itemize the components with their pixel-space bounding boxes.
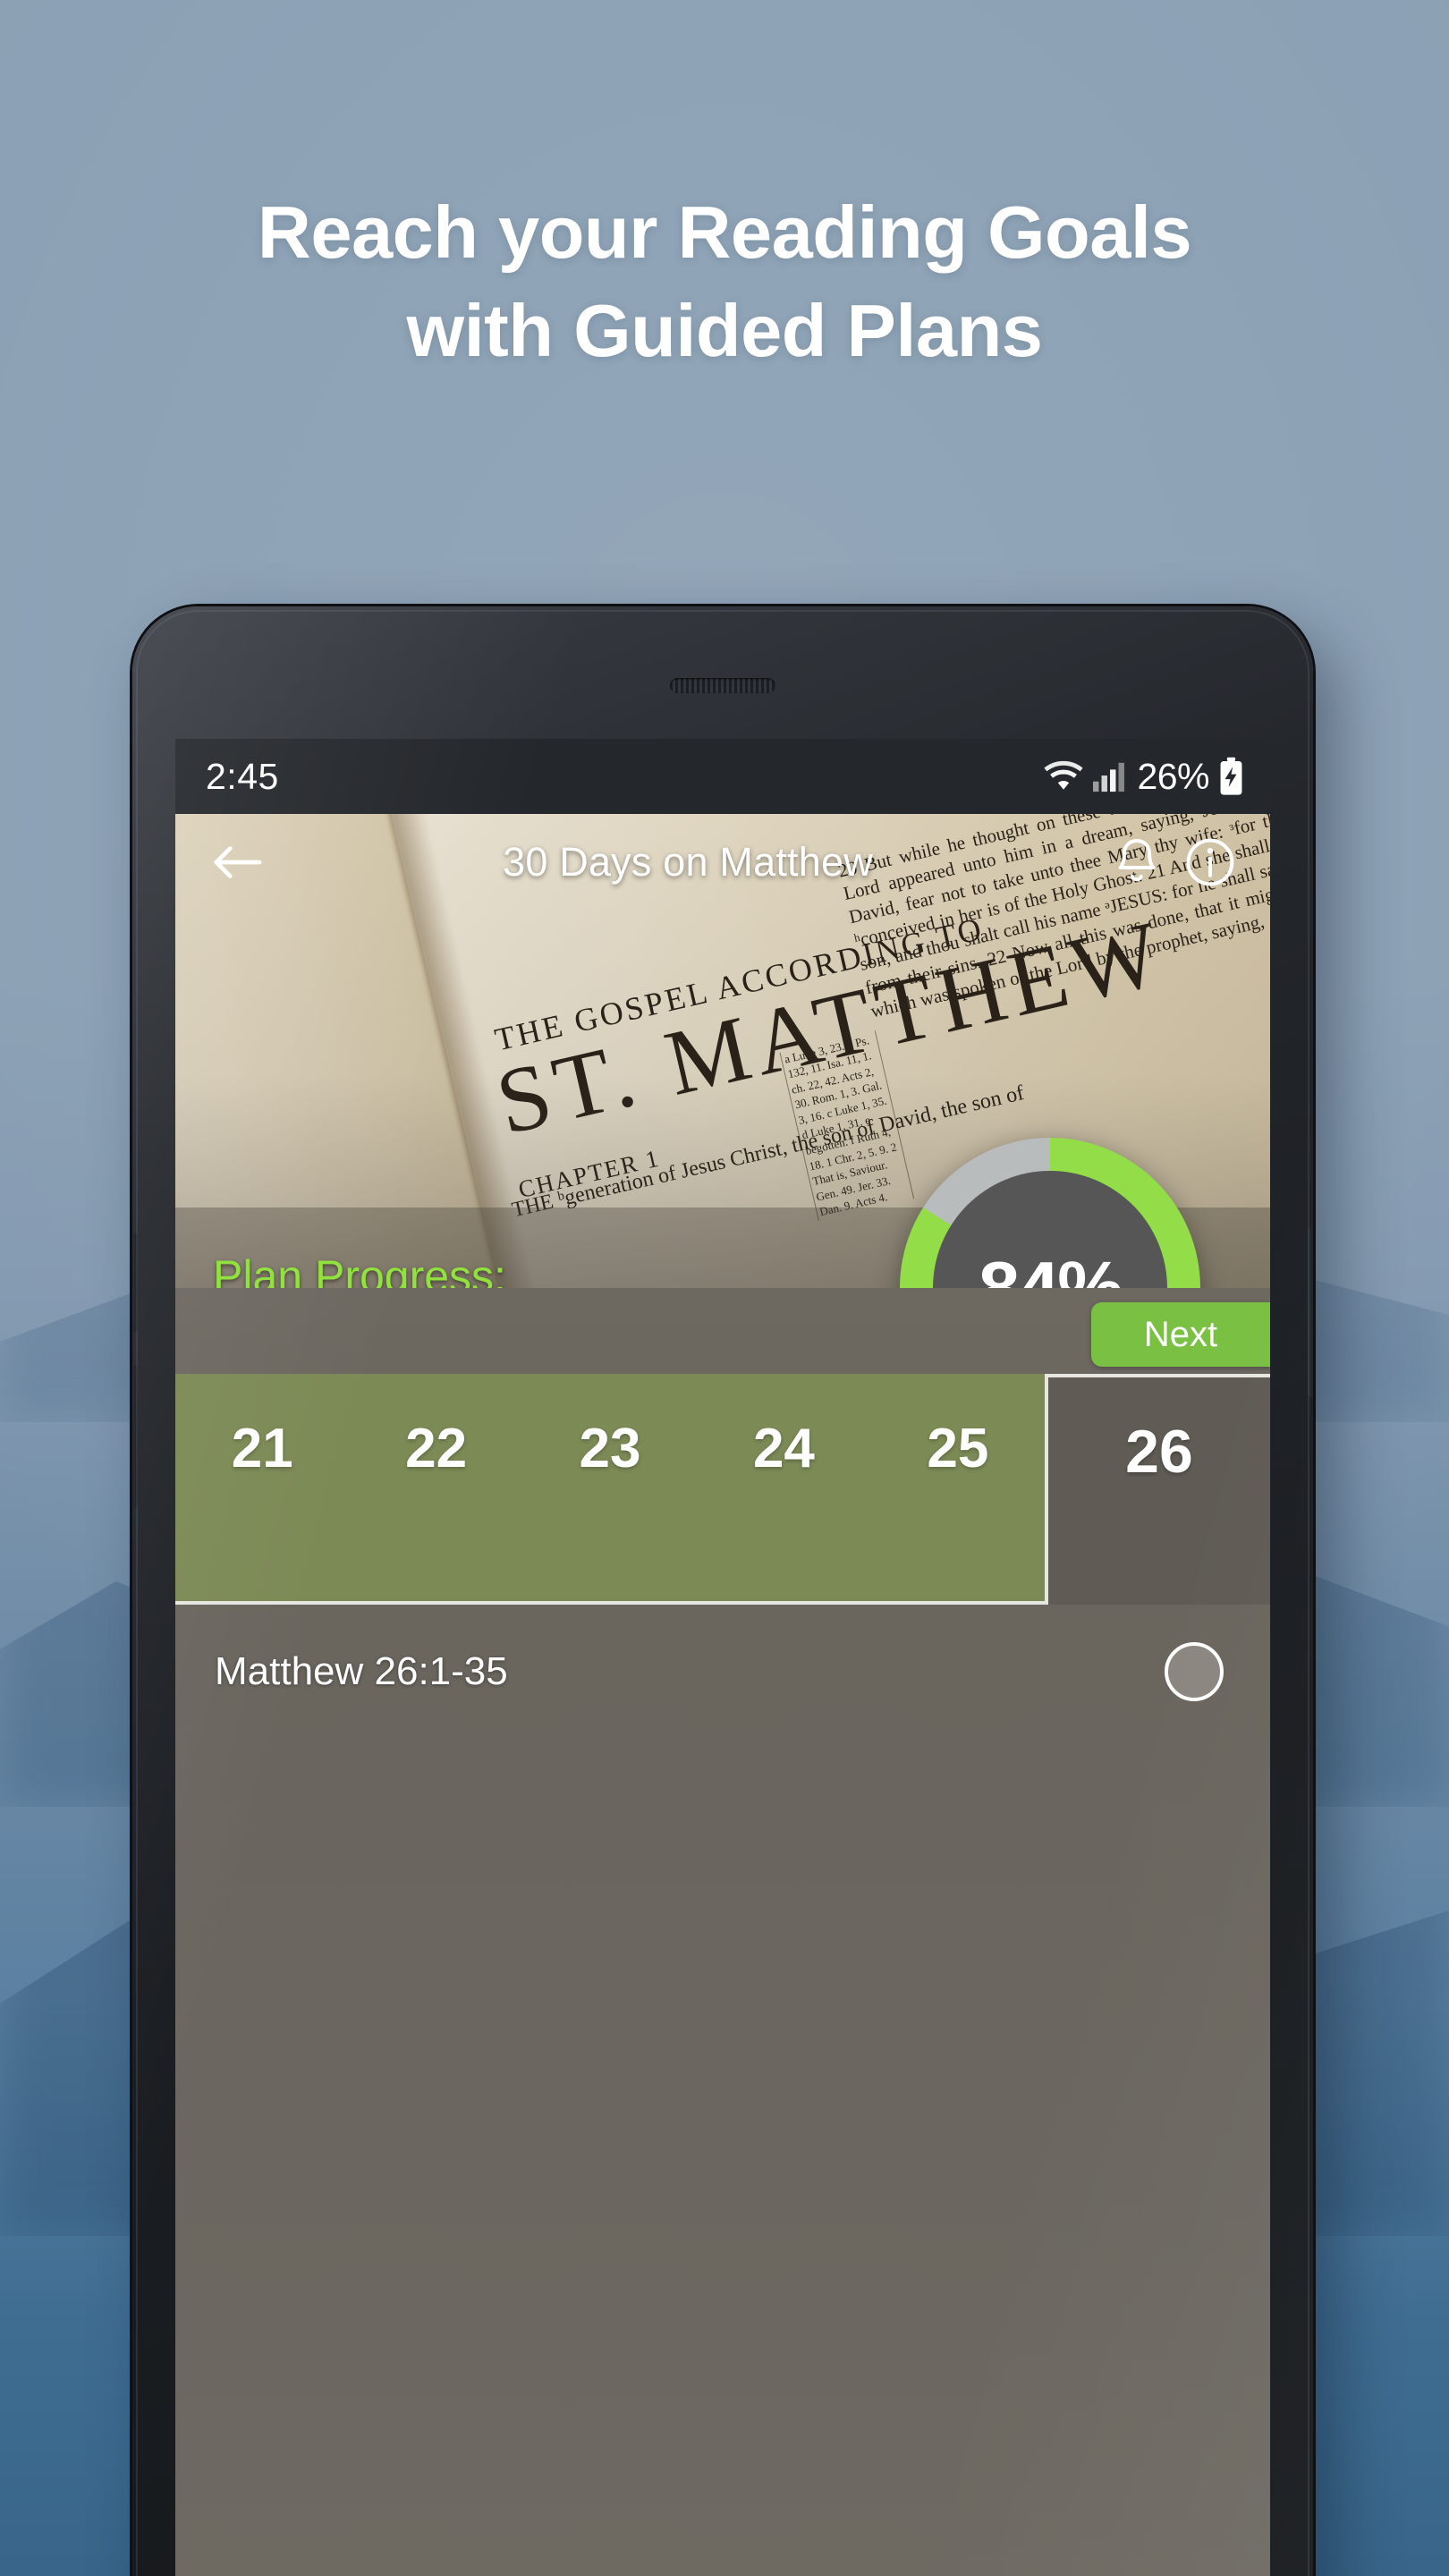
status-bar: 2:45 26% xyxy=(175,739,1270,814)
page-title: 30 Days on Matthew xyxy=(503,839,873,885)
wifi-icon xyxy=(1044,760,1084,792)
status-bar-indicators: 26% xyxy=(1044,756,1243,798)
status-bar-time: 2:45 xyxy=(206,755,279,797)
progress-percent-value: 84% xyxy=(978,1246,1123,1288)
back-arrow-icon[interactable] xyxy=(199,824,275,901)
promo-headline-line-2: with Guided Plans xyxy=(406,288,1043,372)
day-cell-22[interactable]: 22 xyxy=(349,1374,522,1601)
plan-progress-ring[interactable]: 84% xyxy=(900,1138,1200,1288)
reading-passage-label: Matthew 26:1-35 xyxy=(215,1649,508,1693)
plan-day-strip: 21 22 23 24 25 26 xyxy=(175,1374,1270,1605)
reading-list-item[interactable]: Matthew 26:1-35 xyxy=(175,1605,1270,1739)
promo-headline-line-1: Reach your Reading Goals xyxy=(257,191,1192,274)
promo-headline: Reach your Reading Goals with Guided Pla… xyxy=(0,183,1449,379)
battery-percent-label: 26% xyxy=(1137,755,1209,797)
cellular-signal-icon xyxy=(1093,760,1127,792)
info-icon[interactable] xyxy=(1174,824,1247,901)
plan-body: Next 21 22 23 24 25 26 Matthew 26:1-35 xyxy=(175,1288,1270,2576)
day-cell-25[interactable]: 25 xyxy=(871,1374,1045,1601)
completed-days-group: 21 22 23 24 25 xyxy=(175,1374,1048,1605)
power-button[interactable] xyxy=(1308,1227,1313,1397)
earpiece-speaker xyxy=(670,678,775,693)
next-button[interactable]: Next xyxy=(1091,1302,1270,1367)
progress-ring-center: 84% xyxy=(933,1171,1167,1288)
app-bar: 30 Days on Matthew xyxy=(175,814,1270,911)
day-cell-21[interactable]: 21 xyxy=(175,1374,349,1601)
next-button-row: Next xyxy=(175,1288,1270,1374)
bell-icon[interactable] xyxy=(1100,824,1174,901)
volume-up-button[interactable] xyxy=(132,1233,138,1333)
phone-screen: 2:45 26% 30 Days on Matthew Plan Progres… xyxy=(175,739,1270,2576)
phone-device-mockup: 2:45 26% 30 Days on Matthew Plan Progres… xyxy=(132,606,1313,2576)
plan-hero-image: THE GOSPEL ACCORDING TO ST. MATTHEW CHAP… xyxy=(175,814,1270,1288)
promo-screenshot: Reach your Reading Goals with Guided Pla… xyxy=(0,0,1449,2576)
day-cell-23[interactable]: 23 xyxy=(523,1374,697,1601)
battery-charging-icon xyxy=(1219,757,1243,796)
progress-ring-track: 84% xyxy=(900,1138,1200,1288)
day-cell-24[interactable]: 24 xyxy=(697,1374,870,1601)
empty-circle-checkbox[interactable] xyxy=(1165,1642,1224,1701)
volume-down-button[interactable] xyxy=(132,1365,138,1508)
day-cell-26-current[interactable]: 26 xyxy=(1048,1374,1270,1605)
